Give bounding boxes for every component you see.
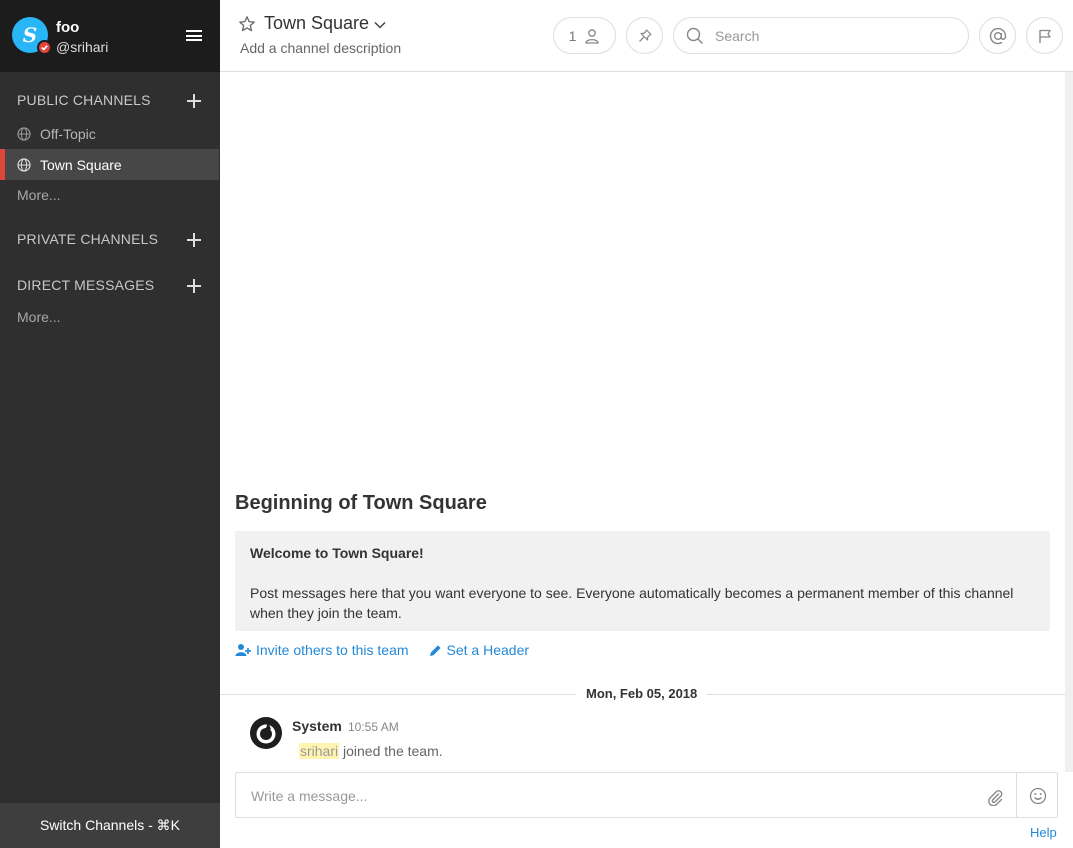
- composer-divider: [1016, 773, 1017, 817]
- recent-mentions-button[interactable]: [979, 17, 1016, 54]
- more-direct-messages-link[interactable]: More...: [17, 309, 61, 325]
- channel-header: Town Square Add a channel description 1: [220, 0, 1073, 72]
- user-handle[interactable]: @srihari: [56, 39, 108, 55]
- add-direct-message-plus-icon[interactable]: [186, 278, 202, 294]
- switch-channels-button[interactable]: Switch Channels - ⌘K: [0, 803, 220, 848]
- message-composer: [235, 772, 1058, 818]
- post-message-text: joined the team.: [339, 743, 443, 759]
- pinned-posts-button[interactable]: [626, 17, 663, 54]
- more-public-channels-link[interactable]: More...: [17, 187, 61, 203]
- attach-icon[interactable]: [986, 788, 1004, 806]
- set-header-link[interactable]: Set a Header: [429, 642, 530, 658]
- invite-others-label: Invite others to this team: [256, 642, 409, 658]
- flag-icon: [1038, 29, 1051, 43]
- add-public-channel-plus-icon[interactable]: [186, 93, 202, 109]
- at-mention-icon: [989, 27, 1006, 44]
- search-box[interactable]: [673, 17, 969, 54]
- post-timestamp[interactable]: 10:55 AM: [348, 720, 399, 734]
- add-user-icon: [235, 644, 251, 656]
- message-input[interactable]: [251, 785, 971, 807]
- date-separator: Mon, Feb 05, 2018: [576, 686, 708, 701]
- flagged-posts-button[interactable]: [1026, 17, 1063, 54]
- sidebar: S foo @srihari PUBLIC CHANNELS Off-Topic…: [0, 0, 220, 848]
- sidebar-item-label: Town Square: [40, 156, 122, 173]
- channel-intro-title: Beginning of Town Square: [235, 492, 487, 514]
- help-link[interactable]: Help: [1030, 825, 1057, 840]
- channel-intro-box: Welcome to Town Square! Post messages he…: [235, 531, 1050, 631]
- scrollbar[interactable]: [1065, 72, 1073, 772]
- channel-intro-actions: Invite others to this team Set a Header: [235, 642, 549, 658]
- system-avatar-icon: [250, 717, 282, 749]
- set-header-label: Set a Header: [446, 642, 530, 658]
- star-icon[interactable]: [238, 15, 256, 33]
- search-input[interactable]: [715, 26, 955, 46]
- post-author[interactable]: System: [292, 718, 342, 734]
- hamburger-icon[interactable]: [186, 30, 202, 42]
- direct-messages-title: DIRECT MESSAGES: [17, 277, 155, 293]
- pin-icon: [638, 28, 652, 42]
- user-mention[interactable]: srihari: [299, 743, 340, 759]
- emoji-icon[interactable]: [1029, 787, 1047, 805]
- channel-title[interactable]: Town Square: [264, 13, 369, 34]
- channel-intro-body: Post messages here that you want everyon…: [250, 585, 1014, 621]
- post-message: srihari joined the team.: [299, 743, 443, 759]
- team-name[interactable]: foo: [56, 19, 79, 36]
- invite-others-link[interactable]: Invite others to this team: [235, 642, 409, 658]
- sidebar-item-town-square[interactable]: Town Square: [0, 149, 219, 180]
- globe-icon: [17, 157, 31, 172]
- add-private-channel-plus-icon[interactable]: [186, 232, 202, 248]
- sidebar-item-label: Off-Topic: [40, 125, 96, 142]
- sidebar-header: S foo @srihari: [0, 0, 220, 72]
- channel-intro-welcome: Welcome to Town Square!: [250, 545, 424, 561]
- member-list-button[interactable]: 1: [553, 17, 616, 54]
- search-icon: [686, 27, 704, 45]
- member-count: 1: [568, 27, 577, 44]
- channel-description[interactable]: Add a channel description: [240, 40, 401, 56]
- public-channels-title: PUBLIC CHANNELS: [17, 92, 151, 108]
- sidebar-item-off-topic[interactable]: Off-Topic: [0, 118, 219, 149]
- globe-icon: [17, 126, 31, 141]
- pencil-icon: [429, 644, 441, 656]
- chevron-down-icon[interactable]: [373, 18, 387, 32]
- member-icon: [585, 28, 600, 44]
- private-channels-title: PRIVATE CHANNELS: [17, 231, 159, 247]
- status-online-icon: [37, 40, 52, 55]
